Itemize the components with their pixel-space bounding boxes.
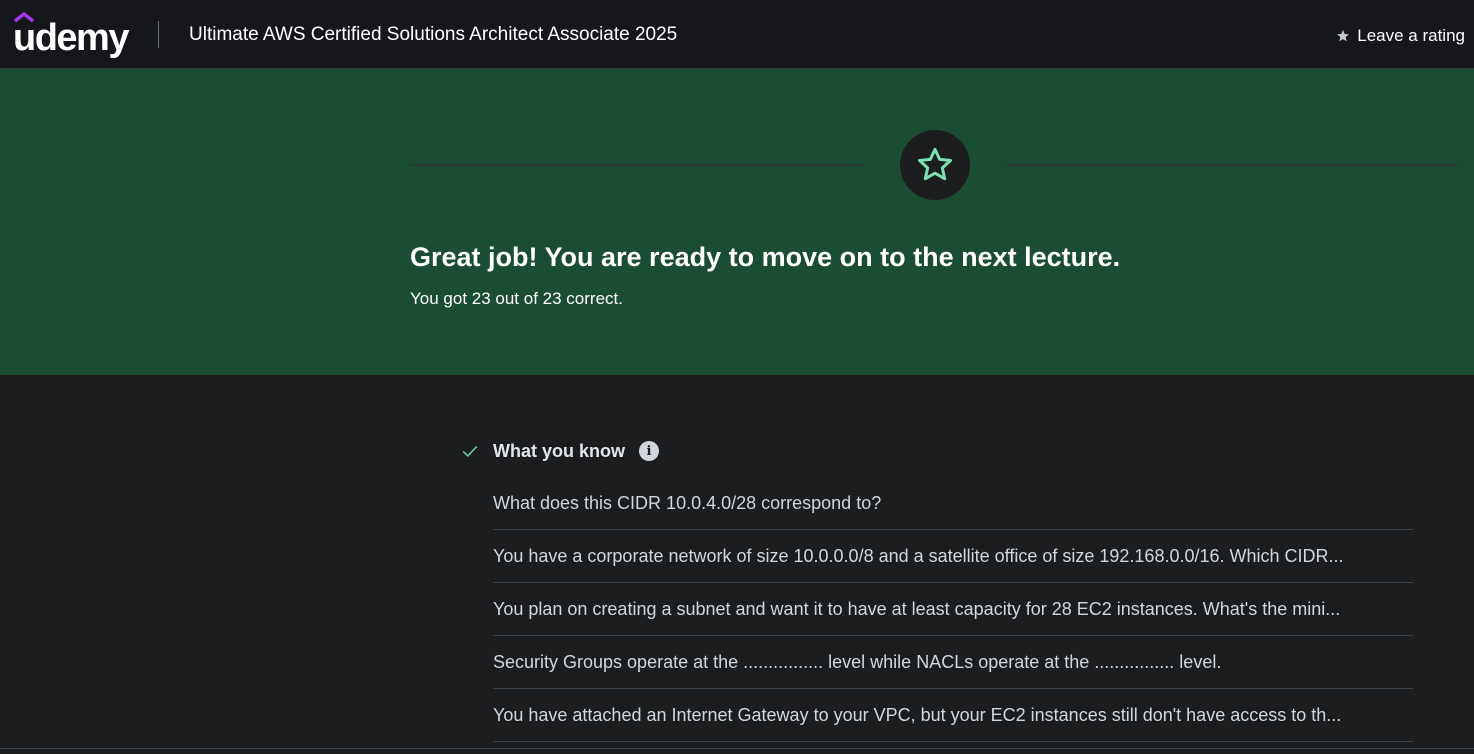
leave-rating-button[interactable]: Leave a rating xyxy=(1336,25,1465,47)
question-item[interactable]: You have a corporate network of size 10.… xyxy=(493,530,1413,583)
what-you-know-title: What you know xyxy=(493,440,625,461)
question-item[interactable]: Security Groups operate at the .........… xyxy=(493,636,1413,689)
question-item[interactable]: You have attached an Internet Gateway to… xyxy=(493,689,1413,742)
logo-text: udemy xyxy=(13,17,129,59)
question-list: What does this CIDR 10.0.4.0/28 correspo… xyxy=(493,477,1413,742)
result-score: You got 23 out of 23 correct. xyxy=(410,289,623,308)
question-item[interactable]: What does this CIDR 10.0.4.0/28 correspo… xyxy=(493,477,1413,530)
result-title: Great job! You are ready to move on to t… xyxy=(410,242,1121,272)
leave-rating-label: Leave a rating xyxy=(1357,26,1465,45)
checkmark-icon xyxy=(462,445,478,457)
result-banner: Great job! You are ready to move on to t… xyxy=(0,69,1474,375)
what-you-know-header: What you know i xyxy=(461,439,659,463)
course-title[interactable]: Ultimate AWS Certified Solutions Archite… xyxy=(189,24,677,46)
banner-divider-left xyxy=(410,164,863,166)
star-icon xyxy=(1337,30,1350,42)
header-divider xyxy=(158,21,159,48)
star-outline-icon xyxy=(918,147,952,181)
info-icon[interactable]: i xyxy=(639,441,659,461)
banner-divider-right xyxy=(1007,164,1459,166)
top-header: udemy Ultimate AWS Certified Solutions A… xyxy=(0,0,1474,69)
bottom-divider xyxy=(0,748,1474,749)
question-item[interactable]: You plan on creating a subnet and want i… xyxy=(493,583,1413,636)
star-badge xyxy=(900,130,970,200)
